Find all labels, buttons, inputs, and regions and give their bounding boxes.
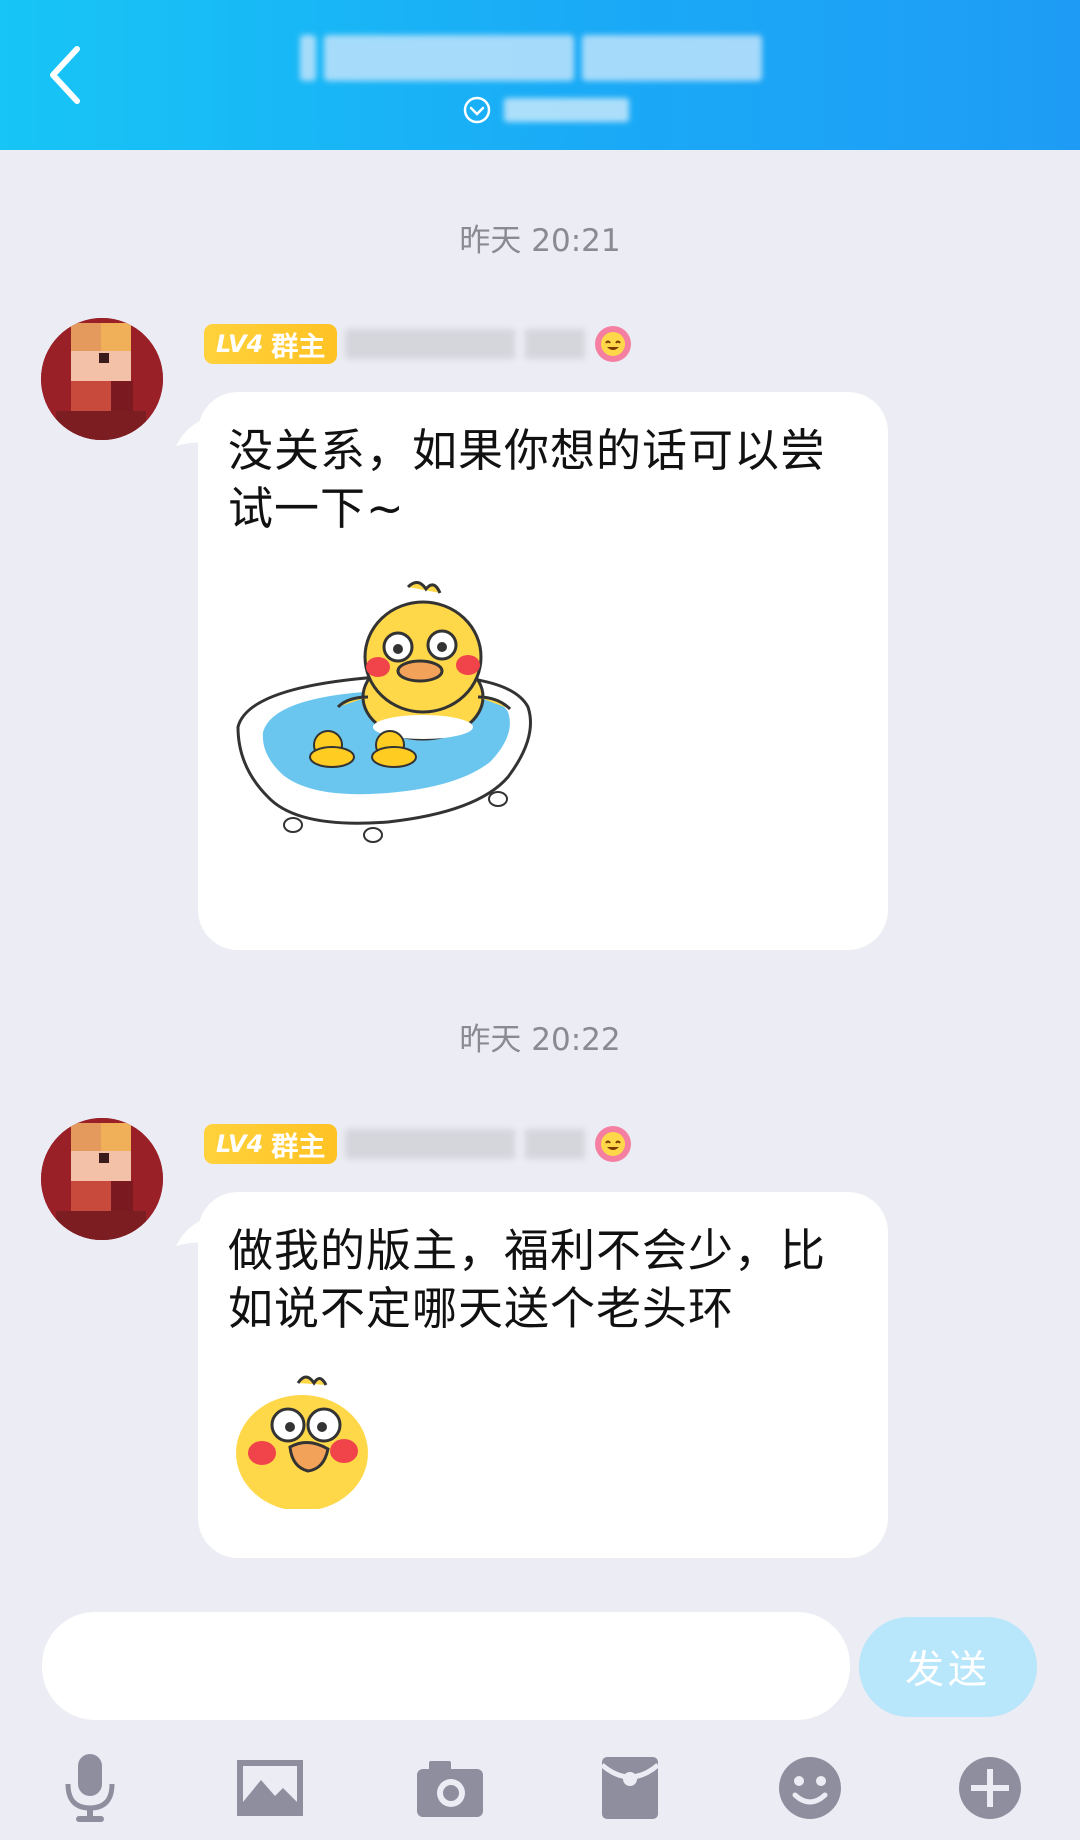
sender-meta: LV4 群主	[204, 1122, 633, 1166]
chat-header	[0, 0, 1080, 150]
timestamp: 昨天 20:22	[459, 1022, 621, 1058]
image-icon	[237, 1760, 303, 1816]
flower-emoji-icon	[595, 1126, 632, 1162]
chat-title[interactable]	[300, 30, 815, 86]
message-bubble[interactable]: 没关系，如果你想的话可以尝试一下~	[198, 392, 888, 950]
flower-emoji-icon	[595, 326, 632, 362]
input-toolbar	[0, 1740, 1080, 1840]
sender-name[interactable]	[345, 1129, 586, 1159]
sender-meta: LV4 群主	[204, 322, 633, 366]
group-subtitle[interactable]	[462, 92, 629, 128]
duck-in-bathtub-sticker[interactable]	[228, 567, 558, 877]
message-text: 没关系，如果你想的话可以尝试一下~	[228, 424, 827, 535]
red-packet-icon	[600, 1757, 660, 1819]
message-input[interactable]	[42, 1612, 850, 1720]
camera-icon	[417, 1761, 483, 1817]
back-button[interactable]	[30, 35, 100, 115]
chevron-down-circle-icon	[463, 96, 491, 124]
role-badge: LV4 群主	[204, 1124, 338, 1164]
camera-button[interactable]	[410, 1748, 490, 1828]
message-bubble[interactable]: 做我的版主，福利不会少，比如说不定哪天送个老头环	[198, 1192, 888, 1558]
microphone-icon	[65, 1754, 115, 1822]
plus-icon	[959, 1757, 1021, 1819]
message-text: 做我的版主，福利不会少，比如说不定哪天送个老头环	[228, 1224, 827, 1335]
image-button[interactable]	[230, 1748, 310, 1828]
role-badge: LV4 群主	[204, 324, 338, 364]
sender-name[interactable]	[345, 329, 586, 359]
more-button[interactable]	[950, 1748, 1030, 1828]
send-button[interactable]: 发送	[859, 1617, 1037, 1717]
emoji-icon	[779, 1757, 841, 1819]
timestamp: 昨天 20:21	[459, 223, 621, 259]
red-packet-button[interactable]	[590, 1748, 670, 1828]
duck-face-sticker[interactable]	[228, 1367, 370, 1509]
chevron-left-icon	[50, 46, 80, 104]
voice-button[interactable]	[50, 1748, 130, 1828]
avatar[interactable]	[41, 1118, 163, 1240]
avatar[interactable]	[41, 318, 163, 440]
emoji-button[interactable]	[770, 1748, 850, 1828]
